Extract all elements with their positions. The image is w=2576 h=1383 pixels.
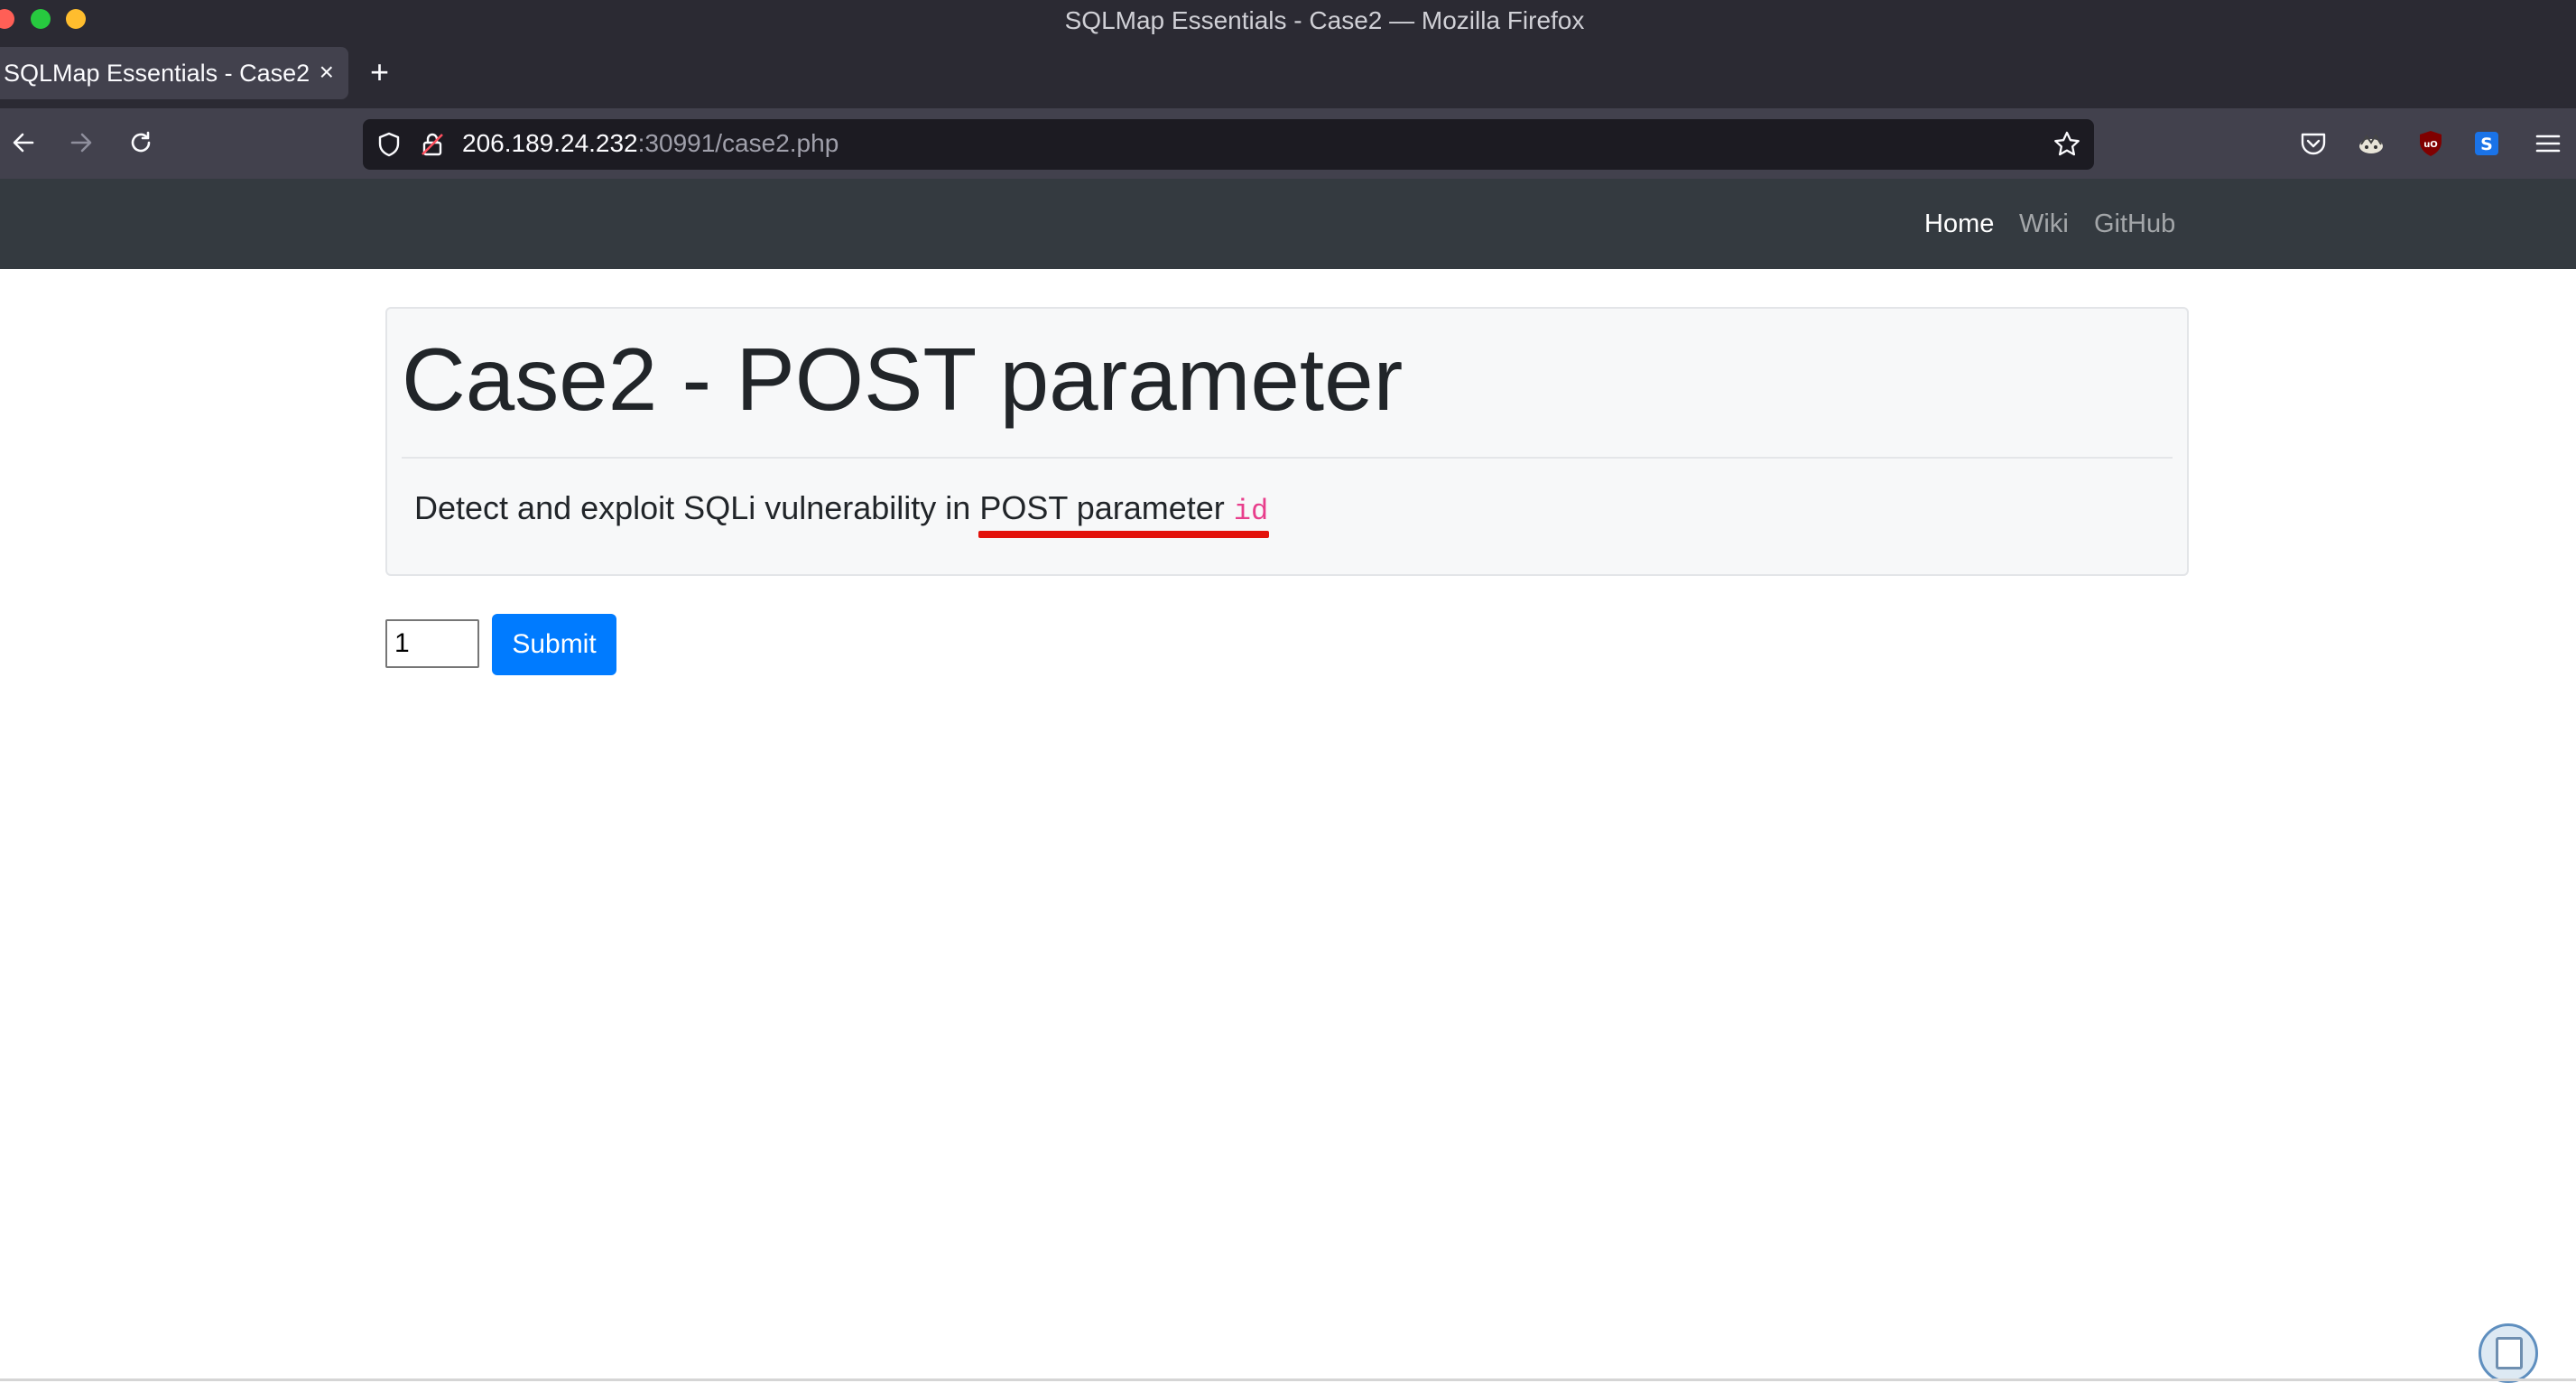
nav-link-wiki[interactable]: Wiki: [2019, 209, 2069, 239]
window-titlebar: SQLMap Essentials - Case2 — Mozilla Fire…: [0, 0, 2576, 42]
tab-title: SQLMap Essentials - Case2: [4, 60, 310, 87]
annotation-underline: [978, 531, 1269, 538]
clipboard-float-button[interactable]: [2479, 1323, 2538, 1383]
submit-button[interactable]: Submit: [492, 614, 616, 675]
tab-close-icon[interactable]: ×: [320, 58, 334, 87]
url-bar[interactable]: 206.189.24.232:30991/case2.php: [363, 119, 2094, 170]
reload-button[interactable]: [126, 123, 162, 162]
insecure-lock-icon[interactable]: [419, 131, 446, 158]
page-title: Case2 - POST parameter: [402, 330, 1404, 429]
lead-text-main: Detect and exploit SQLi vulnerability in…: [414, 489, 1234, 526]
site-header: Home Wiki GitHub: [0, 179, 2576, 269]
svg-text:S: S: [2480, 135, 2493, 154]
pocket-icon[interactable]: [2298, 128, 2329, 159]
new-tab-button[interactable]: +: [370, 54, 389, 90]
extension-icon[interactable]: [2356, 128, 2386, 159]
lead-text: Detect and exploit SQLi vulnerability in…: [414, 489, 1268, 528]
shield-icon[interactable]: [375, 131, 403, 158]
forward-button[interactable]: [67, 123, 103, 162]
nav-toolbar: 206.189.24.232:30991/case2.php uO S: [0, 108, 2576, 179]
reload-icon: [131, 131, 151, 153]
forward-arrow-icon: [70, 133, 92, 153]
url-path: :30991/case2.php: [637, 129, 839, 157]
jumbotron-card: Case2 - POST parameter Detect and exploi…: [385, 307, 2189, 576]
nav-link-home[interactable]: Home: [1924, 209, 1994, 239]
star-bookmark-icon[interactable]: [2052, 130, 2081, 159]
hamburger-menu-icon[interactable]: [2533, 128, 2563, 159]
s-extension-icon[interactable]: S: [2471, 128, 2502, 159]
back-arrow-icon: [13, 133, 34, 153]
nav-link-github[interactable]: GitHub: [2094, 209, 2175, 239]
ublock-icon[interactable]: uO: [2415, 128, 2446, 159]
browser-tab[interactable]: SQLMap Essentials - Case2 ×: [0, 47, 348, 99]
svg-text:uO: uO: [2423, 140, 2438, 150]
back-button[interactable]: [9, 123, 45, 162]
clipboard-icon: [2496, 1337, 2523, 1369]
url-host: 206.189.24.232: [462, 129, 638, 157]
url-text[interactable]: 206.189.24.232:30991/case2.php: [462, 129, 839, 158]
tab-strip: SQLMap Essentials - Case2 × +: [0, 42, 2576, 108]
id-input[interactable]: [385, 619, 479, 668]
window-title: SQLMap Essentials - Case2 — Mozilla Fire…: [1064, 6, 1585, 34]
divider: [402, 457, 2173, 459]
lead-code: id: [1233, 495, 1269, 528]
